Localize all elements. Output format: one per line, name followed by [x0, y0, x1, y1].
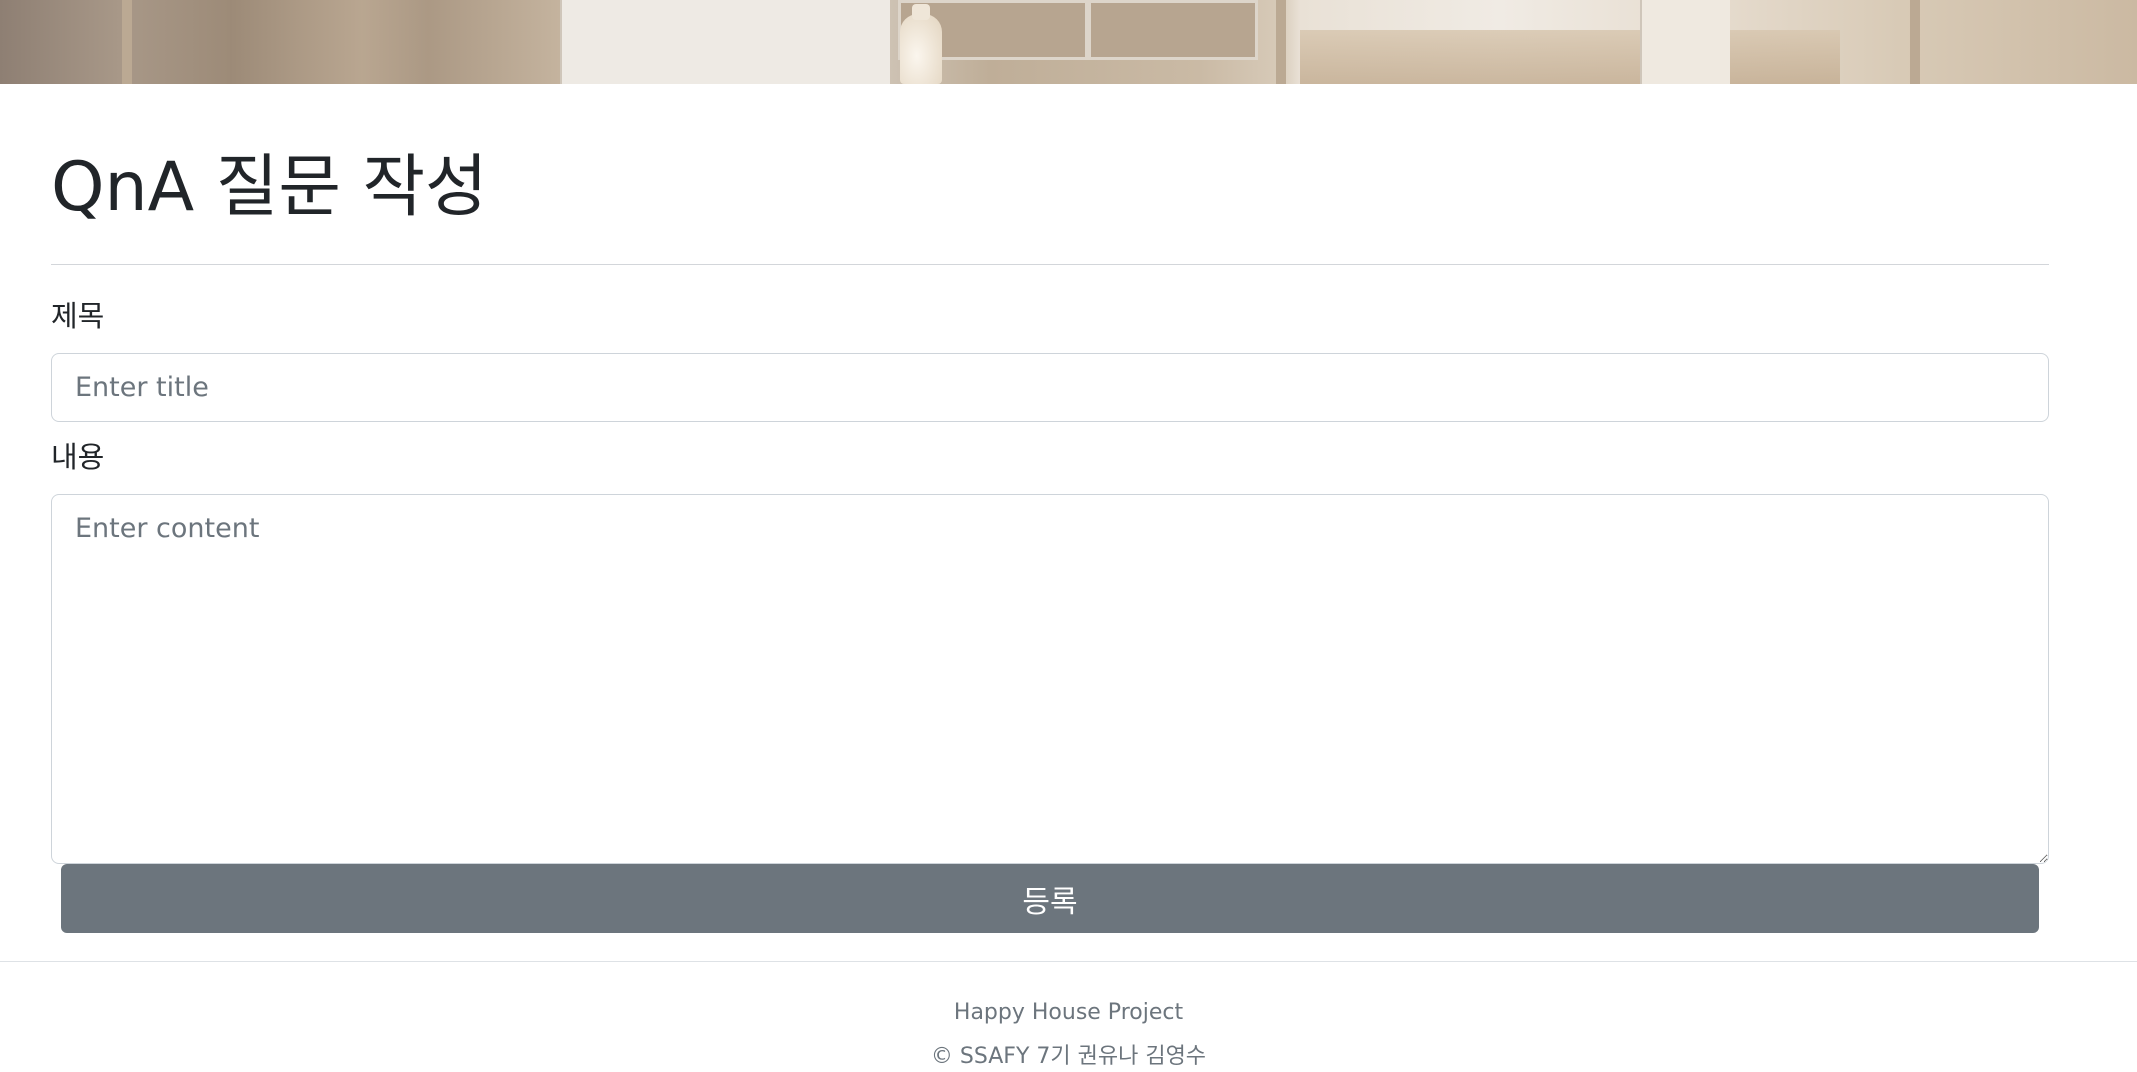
submit-button[interactable]: 등록	[61, 864, 2039, 933]
content-label: 내용	[51, 440, 105, 474]
hero-cabinet	[560, 0, 890, 84]
hero-floor	[1300, 30, 1840, 84]
hero-cabinet	[1640, 0, 1730, 84]
title-input[interactable]	[51, 353, 2049, 422]
hero-vase-neck	[912, 4, 930, 20]
content-textarea[interactable]	[51, 494, 2049, 864]
footer-copyright: © SSAFY 7기 권유나 김영수	[930, 1044, 1207, 1069]
hero-vase	[900, 14, 942, 84]
hero-post	[1910, 0, 1920, 84]
title-divider	[51, 264, 2049, 265]
hero-shelf	[1088, 0, 1258, 60]
title-label: 제목	[51, 299, 105, 333]
page-title: QnA 질문 작성	[51, 148, 488, 227]
hero-post	[1276, 0, 1286, 84]
hero-banner-image	[0, 0, 2137, 84]
hero-post	[122, 0, 132, 84]
footer: Happy House Project © SSAFY 7기 권유나 김영수	[0, 961, 2137, 1069]
footer-project-name: Happy House Project	[953, 1000, 1184, 1025]
hero-door	[230, 0, 560, 84]
